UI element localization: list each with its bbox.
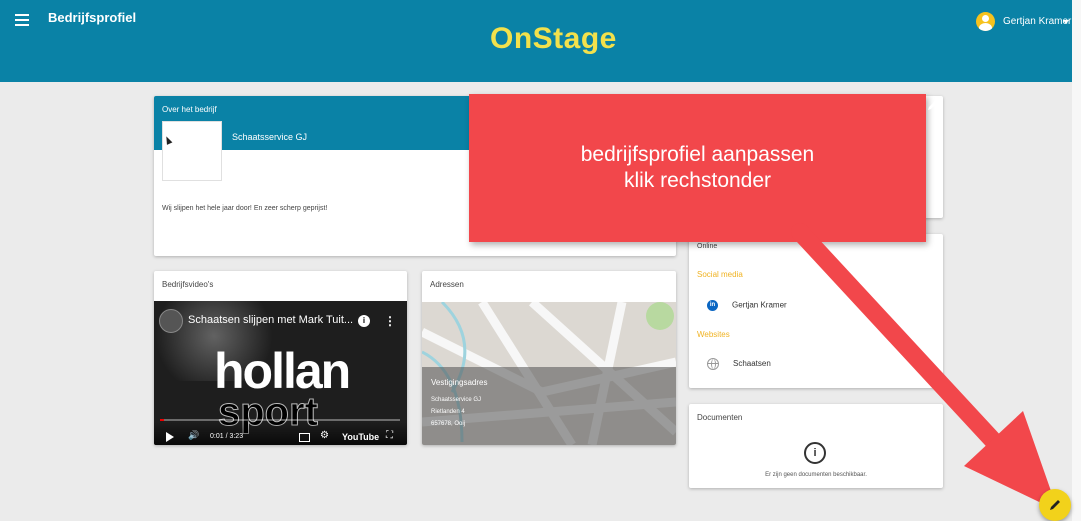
edit-profile-button[interactable]: [1039, 489, 1071, 521]
annotation-arrow-icon: [791, 223, 1058, 511]
pencil-icon: [1050, 500, 1060, 510]
